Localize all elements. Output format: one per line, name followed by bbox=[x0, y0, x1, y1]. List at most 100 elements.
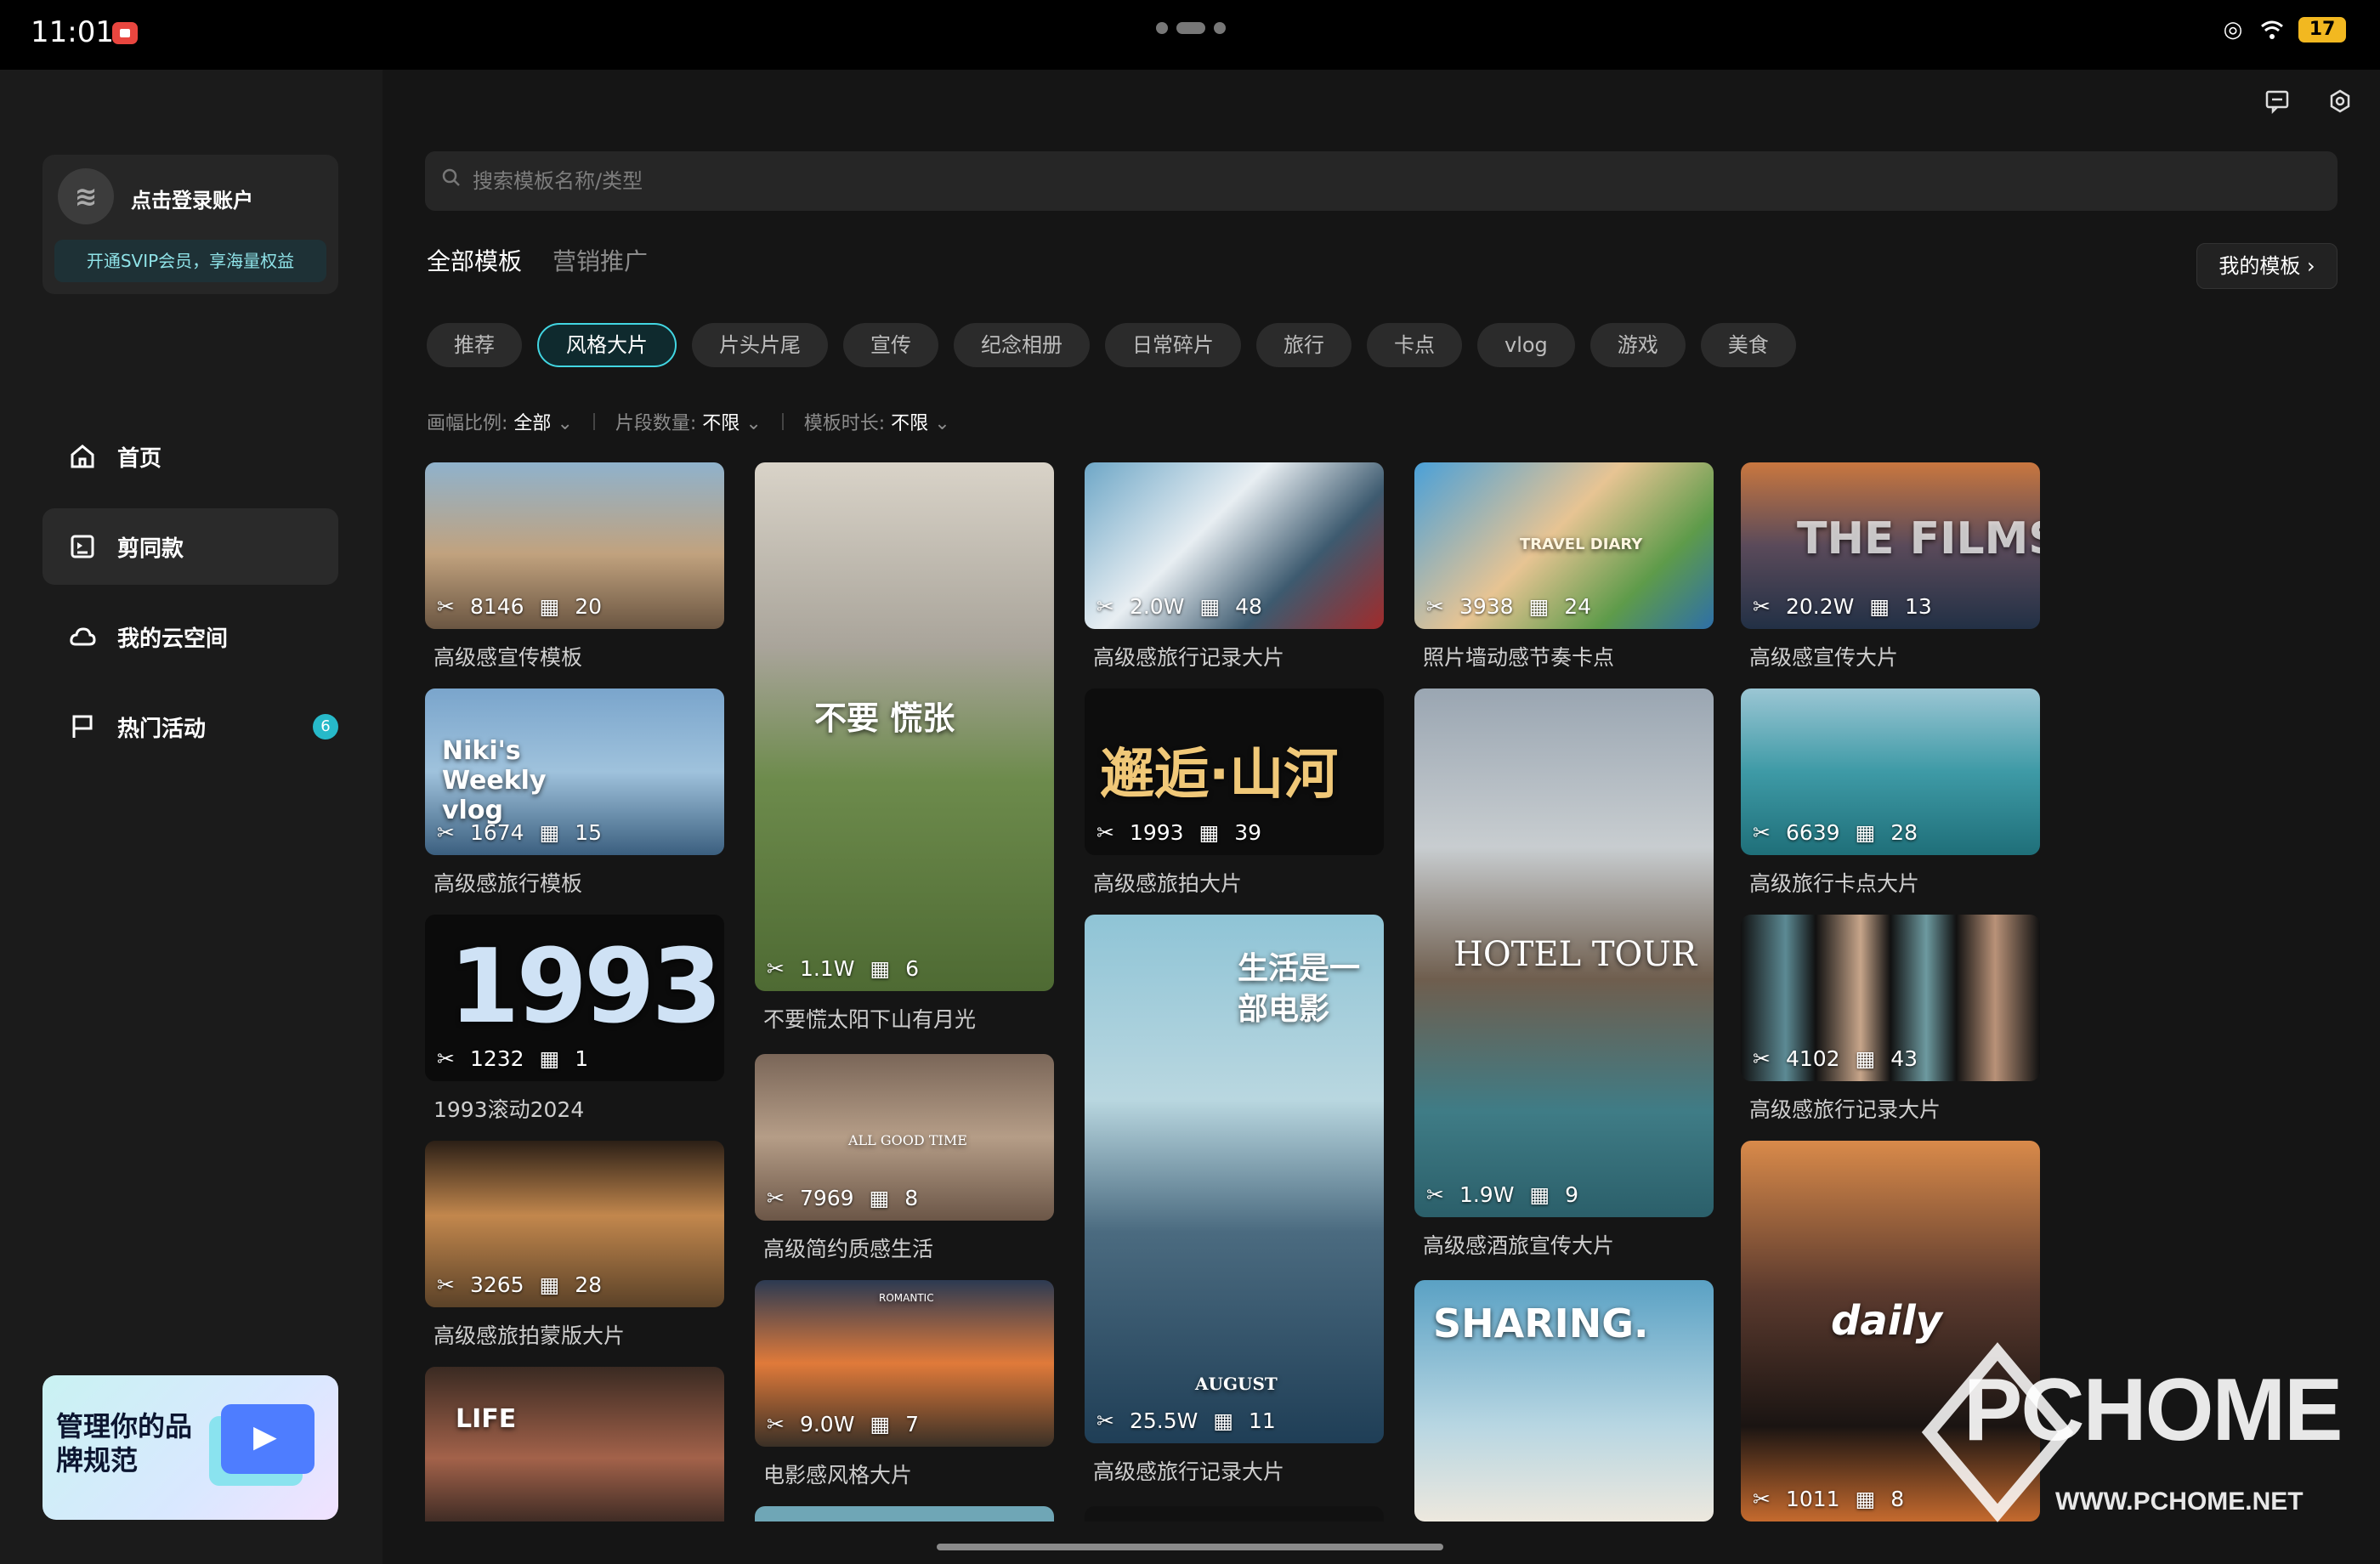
template-title: 高级感旅行记录大片 bbox=[1093, 645, 1285, 670]
wifi-icon bbox=[2259, 17, 2285, 42]
settings-icon[interactable] bbox=[2326, 88, 2354, 117]
tab-all-templates[interactable]: 全部模板 bbox=[427, 243, 522, 277]
category-chips: 推荐 风格大片 片头片尾 宣传 纪念相册 日常碎片 旅行 卡点 vlog 游戏 … bbox=[427, 323, 1796, 367]
template-card[interactable]: 邂逅·山河 ✂ 1993 ▦ 39 高级感旅拍大片 bbox=[1085, 688, 1384, 898]
tab-marketing[interactable]: 营销推广 bbox=[552, 243, 648, 277]
clips-icon: ▦ bbox=[869, 1186, 890, 1210]
scissors-icon: ✂ bbox=[1753, 1487, 1771, 1511]
scissors-icon: ✂ bbox=[1753, 820, 1771, 845]
overlay-text: THE FILMS bbox=[1797, 513, 2040, 564]
template-thumbnail: 邂逅·山河 ✂ 1993 ▦ 39 bbox=[1085, 688, 1384, 855]
filter-clip-count[interactable]: 片段数量: 不限 ⌄ bbox=[615, 408, 762, 435]
clips-icon: ▦ bbox=[1528, 594, 1550, 619]
multitask-handle[interactable] bbox=[1156, 22, 1226, 34]
account-card[interactable]: ≋ 点击登录账户 开通SVIP会员，享海量权益 bbox=[42, 155, 338, 294]
avatar[interactable]: ≋ bbox=[58, 168, 114, 224]
template-thumbnail bbox=[1085, 1506, 1384, 1522]
overlay-subtext: AUGUST bbox=[1195, 1374, 1278, 1394]
sidebar-item-events[interactable]: 热门活动 6 bbox=[42, 688, 338, 765]
sidebar-item-label: 首页 bbox=[117, 445, 162, 472]
my-templates-button[interactable]: 我的模板 › bbox=[2196, 243, 2338, 289]
scissors-icon: ✂ bbox=[767, 1186, 785, 1210]
watermark-url: WWW.PCHOME.NET bbox=[2055, 1488, 2304, 1516]
overlay-text: 邂逅·山河 bbox=[1100, 744, 1339, 807]
sidebar-item-home[interactable]: 首页 bbox=[42, 418, 338, 495]
template-card[interactable]: ✂ 2.0W ▦ 48 高级感旅行记录大片 bbox=[1085, 462, 1384, 672]
chip-album[interactable]: 纪念相册 bbox=[954, 323, 1090, 367]
banner-title: 管理你的品牌规范 bbox=[56, 1410, 193, 1476]
overlay-text: HOTEL TOUR bbox=[1454, 935, 1697, 974]
chip-intro-outro[interactable]: 片头片尾 bbox=[692, 323, 828, 367]
sidebar-nav: 首页 剪同款 我的云空间 热门活动 6 bbox=[42, 418, 338, 779]
screen-record-icon bbox=[112, 22, 138, 44]
sidebar-item-cloud[interactable]: 我的云空间 bbox=[42, 598, 338, 675]
template-card[interactable]: ✂ 6639 ▦ 28 高级旅行卡点大片 bbox=[1741, 688, 2040, 898]
sidebar-item-label: 剪同款 bbox=[117, 536, 184, 562]
chevron-down-icon: ⌄ bbox=[557, 413, 573, 434]
vip-upgrade-button[interactable]: 开通SVIP会员，享海量权益 bbox=[54, 240, 326, 282]
template-card[interactable]: 不要 慌张 ✂ 1.1W ▦ 6 不要慌太阳下山有月光 bbox=[755, 462, 1054, 1034]
nfc-icon: ◎ bbox=[2223, 17, 2243, 42]
template-card[interactable]: TRAVEL DIARY ✂ 3938 ▦ 24 照片墙动感节奏卡点 bbox=[1414, 462, 1714, 672]
scissors-icon: ✂ bbox=[437, 820, 455, 845]
chip-travel[interactable]: 旅行 bbox=[1256, 323, 1352, 367]
template-card[interactable]: Niki's Weekly vlog ✂ 1674 ▦ 15 高级感旅行模板 bbox=[425, 688, 724, 898]
clips-icon: ▦ bbox=[1213, 1408, 1233, 1433]
sidebar-item-label: 热门活动 bbox=[117, 716, 207, 742]
chip-vlog[interactable]: vlog bbox=[1477, 323, 1575, 367]
search-bar[interactable] bbox=[425, 151, 2338, 211]
feedback-icon[interactable] bbox=[2263, 88, 2292, 117]
overlay-text: ROMANTIC bbox=[879, 1292, 934, 1304]
template-card[interactable]: 生活是一部电影 AUGUST ✂ 25.5W ▦ 11 高级感旅行记录大片 bbox=[1085, 915, 1384, 1486]
chip-recommend[interactable]: 推荐 bbox=[427, 323, 522, 367]
overlay-text: TRAVEL DIARY bbox=[1520, 536, 1643, 553]
overlay-text: 1993 bbox=[449, 928, 722, 1046]
watermark-logo: PCHOME bbox=[1964, 1361, 2343, 1459]
chip-food[interactable]: 美食 bbox=[1700, 323, 1796, 367]
chip-promo[interactable]: 宣传 bbox=[843, 323, 938, 367]
clips-icon: ▦ bbox=[870, 1412, 891, 1436]
template-title: 高级简约质感生活 bbox=[763, 1237, 934, 1261]
promo-banner[interactable]: 管理你的品牌规范 bbox=[42, 1375, 338, 1520]
template-card[interactable]: ROMANTIC ✂ 9.0W ▦ 7 电影感风格大片 bbox=[755, 1280, 1054, 1489]
scissors-icon: ✂ bbox=[1426, 594, 1444, 619]
template-card[interactable]: ✂ 4102 ▦ 43 高级感旅行记录大片 bbox=[1741, 915, 2040, 1124]
home-indicator[interactable] bbox=[937, 1544, 1443, 1550]
sidebar-item-label: 我的云空间 bbox=[117, 626, 229, 652]
scissors-icon: ✂ bbox=[437, 1046, 455, 1071]
notification-badge: 6 bbox=[313, 714, 338, 740]
clips-icon: ▦ bbox=[1198, 820, 1220, 845]
template-card[interactable] bbox=[1085, 1506, 1384, 1522]
template-thumbnail: THE FILMS ✂ 20.2W ▦ 13 bbox=[1741, 462, 2040, 629]
overlay-text: SHARING. bbox=[1433, 1300, 1649, 1346]
template-icon bbox=[68, 532, 97, 561]
template-card[interactable]: ALL GOOD TIME ✂ 7969 ▦ 8 高级简约质感生活 bbox=[755, 1054, 1054, 1263]
top-toolbar bbox=[2263, 88, 2354, 117]
template-title: 1993滚动2024 bbox=[434, 1097, 585, 1122]
template-thumbnail: SHARING. bbox=[1414, 1280, 1714, 1522]
chip-style[interactable]: 风格大片 bbox=[537, 323, 677, 367]
template-card[interactable] bbox=[755, 1506, 1054, 1522]
scissors-icon: ✂ bbox=[1096, 820, 1114, 845]
template-card[interactable]: ✂ 8146 ▦ 20 高级感宣传模板 bbox=[425, 462, 724, 672]
scissors-icon: ✂ bbox=[437, 1272, 455, 1297]
sidebar-item-templates[interactable]: 剪同款 bbox=[42, 508, 338, 585]
template-card[interactable]: THE FILMS ✂ 20.2W ▦ 13 高级感宣传大片 bbox=[1741, 462, 2040, 672]
template-title: 高级感宣传大片 bbox=[1749, 645, 1899, 670]
login-label[interactable]: 点击登录账户 bbox=[131, 184, 253, 213]
chevron-down-icon: ⌄ bbox=[745, 413, 762, 434]
filter-duration[interactable]: 模板时长: 不限 ⌄ bbox=[804, 408, 950, 435]
template-title: 高级感酒旅宣传大片 bbox=[1423, 1233, 1615, 1258]
chip-game[interactable]: 游戏 bbox=[1590, 323, 1686, 367]
chip-daily[interactable]: 日常碎片 bbox=[1105, 323, 1241, 367]
template-card[interactable]: 1993 ✂ 1232 ▦ 1 1993滚动2024 bbox=[425, 915, 724, 1124]
template-card[interactable]: SHARING. bbox=[1414, 1280, 1714, 1522]
template-title: 高级旅行卡点大片 bbox=[1749, 871, 1920, 896]
template-card[interactable]: LIFE bbox=[425, 1367, 724, 1522]
chip-beat[interactable]: 卡点 bbox=[1367, 323, 1462, 367]
template-card[interactable]: ✂ 3265 ▦ 28 高级感旅拍蒙版大片 bbox=[425, 1141, 724, 1350]
filter-aspect[interactable]: 画幅比例: 全部 ⌄ bbox=[427, 408, 573, 435]
flag-icon bbox=[68, 712, 97, 741]
search-input[interactable] bbox=[473, 151, 2300, 211]
template-card[interactable]: HOTEL TOUR ✂ 1.9W ▦ 9 高级感酒旅宣传大片 bbox=[1414, 688, 1714, 1260]
